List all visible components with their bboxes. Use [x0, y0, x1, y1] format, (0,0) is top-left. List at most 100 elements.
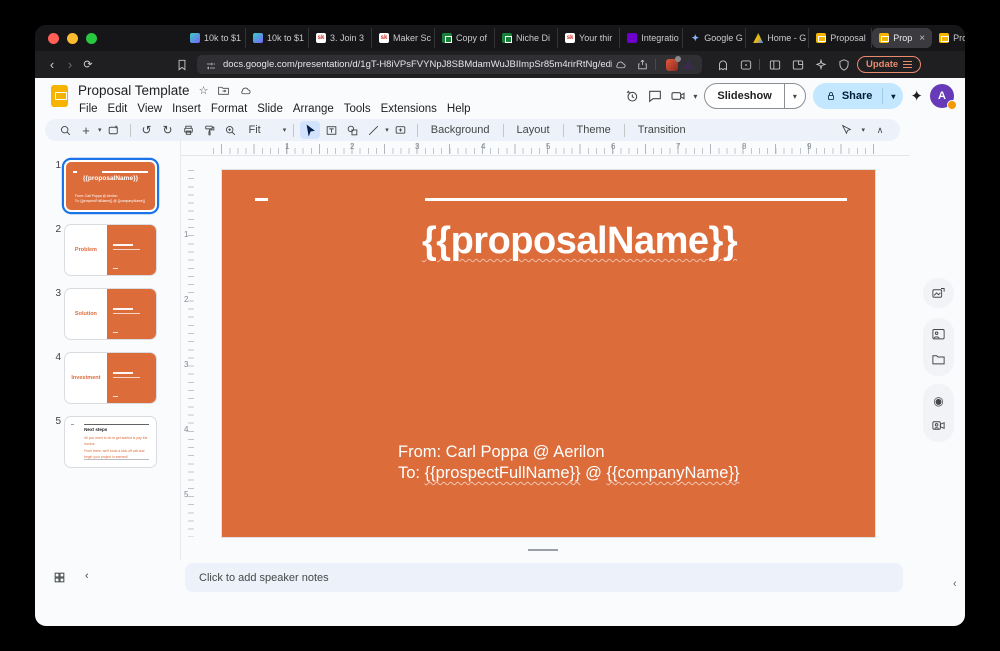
url-text[interactable]: docs.google.com/presentation/d/1gT-H8iVP…	[223, 59, 612, 70]
meet-camera-icon[interactable]	[670, 88, 686, 104]
menu-slide[interactable]: Slide	[252, 101, 288, 117]
menu-edit[interactable]: Edit	[103, 101, 133, 117]
undo-button[interactable]: ↺	[137, 121, 157, 139]
version-history-icon[interactable]	[624, 88, 640, 104]
new-slide-button[interactable]: +	[76, 121, 96, 139]
browser-tab[interactable]: sk3. Join 3	[309, 28, 372, 48]
share-page-icon[interactable]	[636, 58, 649, 71]
folder-button[interactable]	[931, 352, 946, 367]
browser-tab[interactable]: ✦Google G	[683, 28, 746, 48]
extension-icon-1[interactable]	[666, 59, 678, 71]
new-slide-layout-icon[interactable]	[104, 121, 124, 139]
laser-pointer-icon[interactable]	[836, 121, 856, 139]
slide-thumbnail-4[interactable]: Investment	[64, 352, 157, 404]
slide-fromto-text[interactable]: From: Carl Poppa @ Aerilon To: {{prospec…	[398, 442, 739, 484]
cloud-status-icon[interactable]	[239, 84, 252, 97]
share-dropdown[interactable]: ▾	[882, 88, 903, 104]
export-image-button[interactable]	[931, 286, 946, 301]
shield-icon[interactable]	[837, 58, 851, 72]
star-icon[interactable]: ☆	[199, 84, 209, 97]
slideshow-dropdown[interactable]: ▾	[785, 92, 805, 101]
slide-thumbnail-3[interactable]: Solution	[64, 288, 157, 340]
minimize-window-button[interactable]	[67, 33, 78, 44]
chevron-down-icon[interactable]: ▾	[693, 92, 697, 101]
browser-tab[interactable]: Integratio	[620, 28, 683, 48]
extension-icon-2[interactable]	[682, 59, 694, 71]
shapes-button[interactable]	[342, 121, 362, 139]
address-bar[interactable]: docs.google.com/presentation/d/1gT-H8iVP…	[197, 55, 702, 74]
slideshow-button[interactable]: Slideshow ▾	[704, 83, 805, 109]
transition-button[interactable]: Transition	[631, 124, 693, 136]
menu-arrange[interactable]: Arrange	[288, 101, 339, 117]
slide-canvas[interactable]: {{proposalName}} From: Carl Poppa @ Aeri…	[222, 170, 875, 537]
paint-format-button[interactable]	[200, 121, 220, 139]
line-tool-button[interactable]	[363, 121, 383, 139]
slide-thumbnail-2[interactable]: Problem	[64, 224, 157, 276]
forward-button[interactable]: ›	[61, 57, 79, 72]
sidebar-toggle-icon[interactable]	[768, 58, 782, 72]
zoom-button[interactable]	[221, 121, 241, 139]
background-button[interactable]: Background	[424, 124, 497, 136]
document-title[interactable]: Proposal Template	[78, 83, 190, 98]
browser-tab[interactable]: Niche Di	[495, 28, 558, 48]
menu-file[interactable]: File	[74, 101, 103, 117]
search-menus-icon[interactable]	[55, 121, 75, 139]
cursor-sparkle-icon[interactable]	[814, 58, 828, 72]
speaker-notes[interactable]: Click to add speaker notes	[185, 563, 903, 592]
slide-title-text[interactable]: {{proposalName}}	[422, 220, 737, 263]
slideshow-label[interactable]: Slideshow	[705, 84, 784, 108]
slide-thumbnail-1[interactable]: {{proposalName}} From: Carl Poppa @ Aeri…	[64, 160, 157, 212]
photo-library-button[interactable]	[931, 327, 946, 342]
reload-button[interactable]: ⟳	[79, 58, 97, 71]
browser-tab[interactable]: 10k to $1	[246, 28, 309, 48]
doc-status-icon[interactable]	[614, 58, 627, 71]
share-button[interactable]: Share ▾	[813, 83, 904, 109]
insert-comment-button[interactable]	[391, 121, 411, 139]
pointer-dropdown[interactable]: ▾	[861, 126, 865, 134]
close-tab-icon[interactable]: ×	[919, 33, 925, 44]
browser-tab[interactable]: skMaker Sc	[372, 28, 435, 48]
site-settings-icon[interactable]	[205, 59, 217, 71]
print-button[interactable]	[179, 121, 199, 139]
picture-in-picture-icon[interactable]	[739, 58, 753, 72]
maximize-window-button[interactable]	[86, 33, 97, 44]
filmstrip-scroll-dash[interactable]	[528, 549, 558, 551]
update-button[interactable]: Update	[857, 56, 921, 73]
menu-view[interactable]: View	[132, 101, 167, 117]
browser-tab[interactable]: skYour thir	[558, 28, 620, 48]
grid-view-icon[interactable]	[53, 571, 66, 584]
menu-tools[interactable]: Tools	[339, 101, 376, 117]
zoom-select[interactable]: Fit	[242, 124, 268, 136]
comments-icon[interactable]	[647, 88, 663, 104]
ghost-extension-icon[interactable]	[716, 58, 730, 72]
back-button[interactable]: ‹	[43, 57, 61, 72]
browser-tab[interactable]: 10k to $1	[183, 28, 246, 48]
record-button[interactable]: ◉	[931, 393, 946, 408]
collapse-toolbar-icon[interactable]: ∧	[870, 121, 890, 139]
collapse-filmstrip-icon[interactable]: ‹	[85, 570, 89, 582]
browser-tab[interactable]: Copy of	[435, 28, 495, 48]
move-folder-icon[interactable]	[217, 84, 230, 97]
menu-format[interactable]: Format	[206, 101, 252, 117]
layout-button[interactable]: Layout	[510, 124, 557, 136]
tab-preview-icon[interactable]	[791, 58, 805, 72]
slide-thumbnail-5[interactable]: Next steps All you need to do to get sta…	[64, 416, 157, 468]
menu-help[interactable]: Help	[442, 101, 476, 117]
bookmark-icon[interactable]	[175, 58, 189, 72]
select-tool-button[interactable]	[300, 121, 320, 139]
slides-logo-icon[interactable]	[51, 85, 68, 107]
browser-tab[interactable]: Proposal	[809, 28, 872, 48]
avatar[interactable]: A	[930, 84, 954, 108]
text-box-button[interactable]	[321, 121, 341, 139]
browser-tab-active[interactable]: Prop×	[872, 28, 932, 48]
close-window-button[interactable]	[48, 33, 59, 44]
browser-tab[interactable]: Proposal	[932, 28, 965, 48]
panel-collapse-chevron[interactable]: ‹	[953, 578, 957, 590]
new-slide-dropdown[interactable]: ▾	[98, 126, 102, 134]
gemini-sparkle-icon[interactable]: ✦	[910, 87, 923, 105]
redo-button[interactable]: ↻	[158, 121, 178, 139]
camera-record-button[interactable]	[931, 418, 946, 433]
menu-extensions[interactable]: Extensions	[376, 101, 442, 117]
browser-tab[interactable]: Home - G	[746, 28, 809, 48]
zoom-dropdown[interactable]: ▾	[283, 126, 287, 134]
